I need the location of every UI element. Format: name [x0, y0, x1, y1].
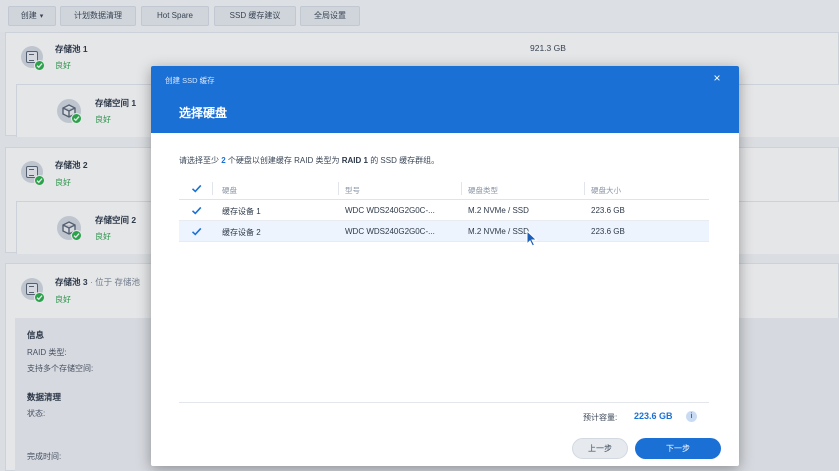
previous-button[interactable]: 上一步	[572, 438, 628, 459]
checkbox-checked-icon[interactable]	[191, 205, 202, 216]
column-drive-size[interactable]: 硬盘大小	[591, 185, 621, 196]
mouse-cursor-icon	[526, 230, 538, 247]
desc-count: 2	[221, 156, 226, 165]
estimated-capacity-label: 预计容量:	[583, 413, 618, 422]
dialog-header: 创建 SSD 缓存 × 选择硬盘	[151, 66, 739, 133]
desc-raid: RAID 1	[341, 156, 368, 165]
drive-name: 缓存设备 2	[222, 228, 261, 237]
checkbox-checked-icon[interactable]	[191, 226, 202, 237]
close-icon[interactable]: ×	[710, 71, 724, 85]
dialog-description: 请选择至少 2 个硬盘以创建缓存 RAID 类型为 RAID 1 的 SSD 缓…	[179, 155, 439, 166]
column-drive[interactable]: 硬盘	[222, 185, 237, 196]
desc-middle: 个硬盘以创建缓存 RAID 类型为	[227, 156, 340, 165]
checkbox-checked-icon[interactable]	[191, 183, 202, 194]
table-row[interactable]: 缓存设备 2 WDC WDS240G2G0C-... M.2 NVMe / SS…	[179, 221, 709, 242]
estimated-capacity-value: 223.6 GB	[634, 411, 673, 421]
dialog-window-title: 创建 SSD 缓存	[165, 76, 215, 85]
create-ssd-cache-dialog: 创建 SSD 缓存 × 选择硬盘 请选择至少 2 个硬盘以创建缓存 RAID 类…	[151, 66, 739, 466]
drive-model: WDC WDS240G2G0C-...	[345, 206, 435, 215]
drive-size: 223.6 GB	[591, 227, 625, 236]
drive-type: M.2 NVMe / SSD	[468, 206, 529, 215]
drive-name: 缓存设备 1	[222, 207, 261, 216]
table-bottom-divider	[179, 402, 709, 403]
drive-model: WDC WDS240G2G0C-...	[345, 227, 435, 236]
column-model[interactable]: 型号	[345, 185, 360, 196]
drive-type: M.2 NVMe / SSD	[468, 227, 529, 236]
table-row[interactable]: 缓存设备 1 WDC WDS240G2G0C-... M.2 NVMe / SS…	[179, 200, 709, 221]
dialog-heading: 选择硬盘	[179, 106, 228, 120]
desc-prefix: 请选择至少	[179, 156, 219, 165]
desc-suffix: 的 SSD 缓存群组。	[370, 156, 440, 165]
info-icon[interactable]: i	[686, 411, 697, 422]
next-button[interactable]: 下一步	[635, 438, 721, 459]
table-header: 硬盘 型号 硬盘类型 硬盘大小	[179, 178, 709, 200]
column-drive-type[interactable]: 硬盘类型	[468, 185, 498, 196]
drive-size: 223.6 GB	[591, 206, 625, 215]
